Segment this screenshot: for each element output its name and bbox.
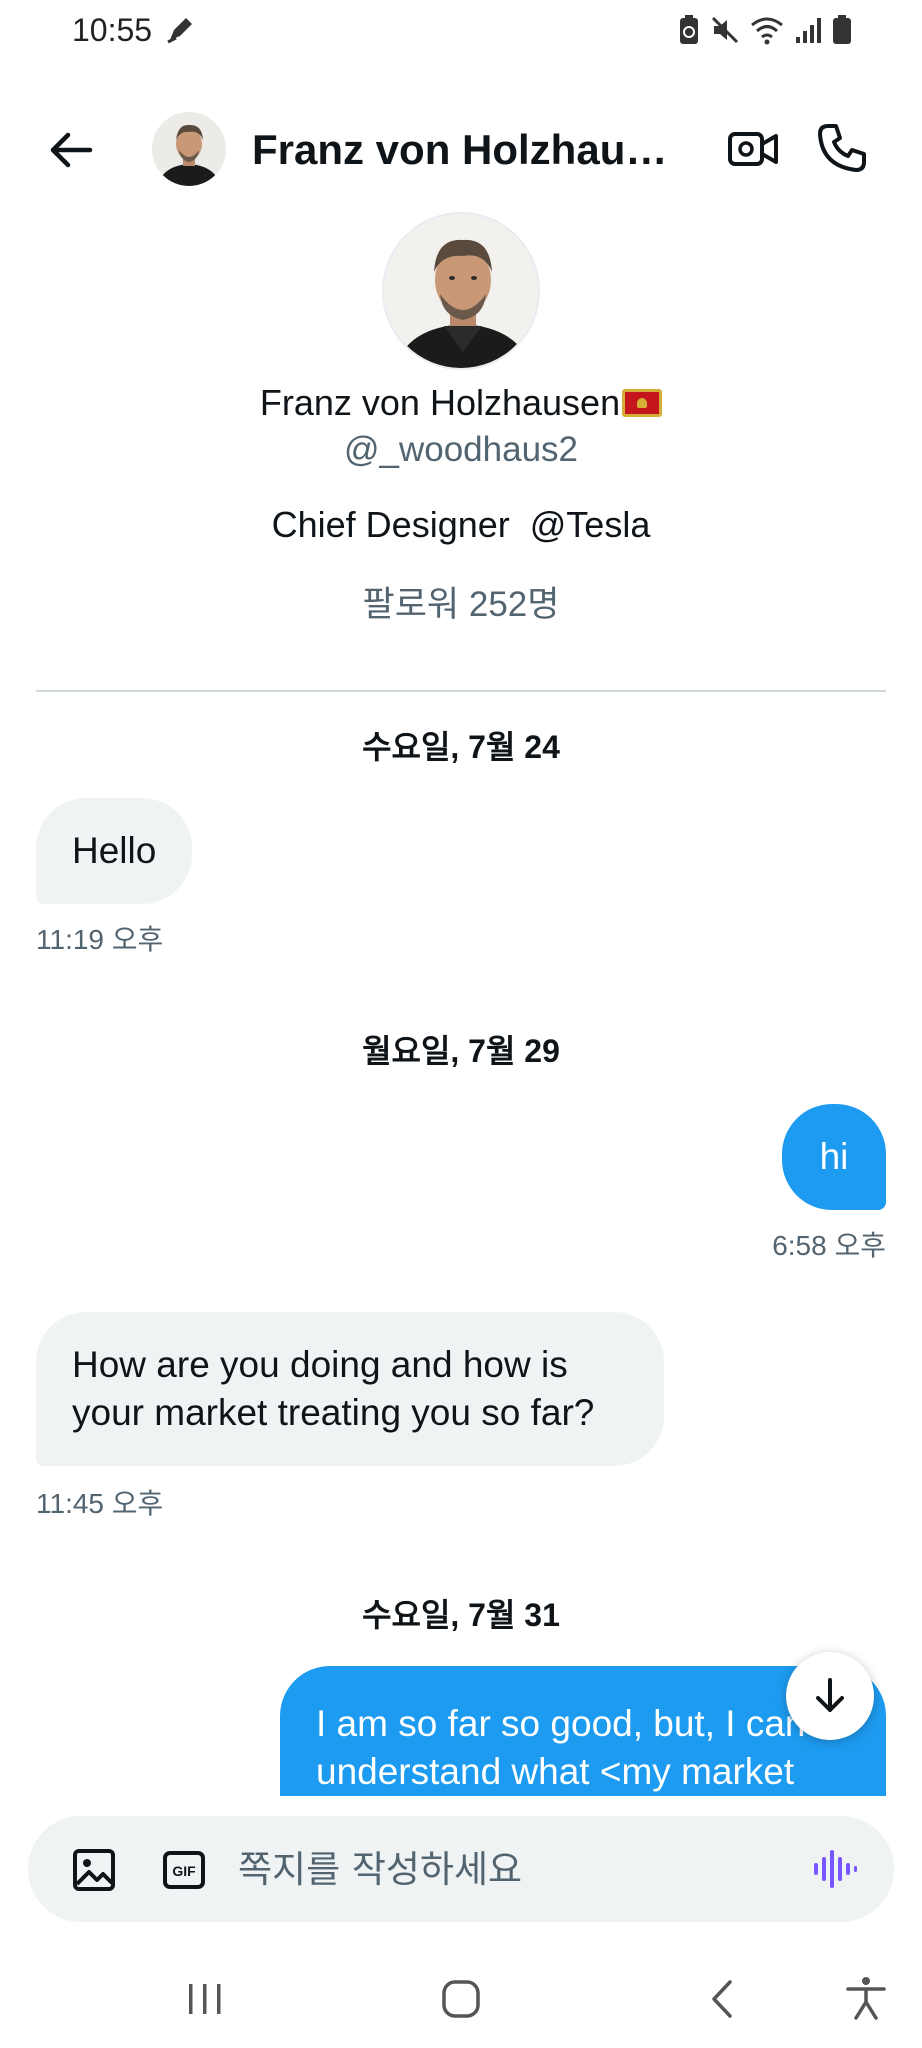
voice-message-icon[interactable]: [812, 1846, 858, 1892]
message-input[interactable]: [238, 1844, 798, 1894]
profile-followers: 팔로워 252명: [362, 585, 560, 624]
montenegro-flag-icon: [622, 389, 663, 417]
message-bubble-incoming[interactable]: How are you doing and how is your market…: [36, 1312, 664, 1466]
signal-icon: [796, 18, 821, 43]
recent-apps-icon[interactable]: [182, 1976, 228, 2022]
message-text: hi: [819, 1136, 849, 1177]
message-text: Hello: [72, 830, 157, 871]
header-avatar[interactable]: [152, 112, 226, 186]
status-bar: 10:55: [0, 0, 922, 66]
gif-label: GIF: [172, 1863, 196, 1879]
arrow-down-icon: [816, 1678, 844, 1712]
message-bubble-incoming[interactable]: Hello: [36, 798, 193, 904]
profile-handle[interactable]: @_woodhaus2: [0, 430, 922, 470]
scroll-to-bottom-button[interactable]: [786, 1652, 874, 1740]
mute-icon: [711, 16, 739, 44]
pen-icon: [167, 18, 192, 44]
phone-call-icon[interactable]: [814, 120, 870, 176]
gif-icon[interactable]: GIF: [162, 1848, 206, 1892]
conversation-header: Franz von Holzhaus...: [0, 100, 922, 200]
back-arrow-icon[interactable]: [44, 122, 100, 178]
message-text-line: your market treating you so far?: [72, 1392, 595, 1433]
header-title[interactable]: Franz von Holzhaus...: [252, 126, 682, 174]
date-separator: 월요일, 7월 29: [362, 1033, 560, 1069]
status-time: 10:55: [72, 12, 153, 48]
video-call-icon[interactable]: [726, 122, 780, 176]
home-icon[interactable]: [438, 1976, 484, 2022]
image-icon[interactable]: [72, 1848, 116, 1892]
message-text-line: How are you doing and how is: [72, 1344, 568, 1385]
message-timestamp: 11:45 오후: [36, 1488, 164, 1519]
system-nav-bar: [0, 1950, 922, 2048]
wifi-icon: [751, 17, 783, 45]
status-icons: [678, 14, 852, 46]
battery-icon: [833, 15, 851, 44]
divider: [36, 690, 886, 692]
nav-back-icon[interactable]: [700, 1976, 746, 2022]
message-text-line: understand what <my market: [316, 1751, 795, 1792]
message-timestamp: 11:19 오후: [36, 924, 164, 955]
message-composer: GIF: [28, 1816, 894, 1922]
battery-saver-icon: [680, 15, 698, 44]
profile-bio: Chief Designer @Tesla: [271, 504, 651, 545]
date-separator: 수요일, 7월 24: [362, 729, 560, 765]
message-bubble-outgoing[interactable]: hi: [782, 1104, 886, 1210]
date-separator: 수요일, 7월 31: [362, 1597, 560, 1633]
message-timestamp: 6:58 오후: [772, 1230, 886, 1261]
profile-avatar[interactable]: [382, 212, 540, 370]
profile-name-text: Franz von Holzhausen: [259, 382, 621, 423]
message-text-line: I am so far so good, but, I can: [316, 1703, 806, 1744]
profile-name[interactable]: Franz von Holzhausen: [0, 382, 922, 424]
accessibility-icon[interactable]: [842, 1974, 890, 2022]
